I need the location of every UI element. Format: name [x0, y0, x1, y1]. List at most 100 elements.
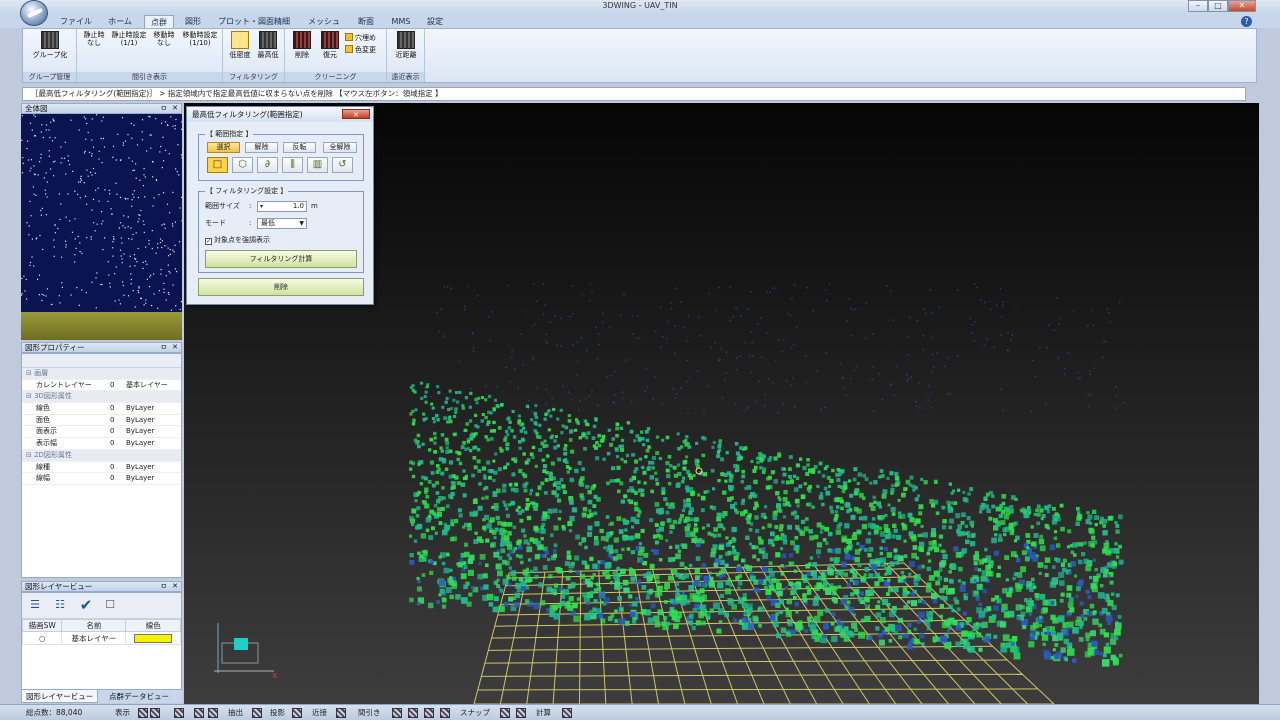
tab-home[interactable]: ホーム: [102, 15, 138, 28]
rect-select-icon[interactable]: □: [207, 157, 228, 173]
thin-still-button[interactable]: 静止時 なし: [81, 31, 107, 47]
uncheck-icon[interactable]: ☐: [102, 598, 118, 612]
view-mode-icon[interactable]: [138, 708, 148, 718]
delete-button[interactable]: 削除: [198, 278, 364, 296]
table-row[interactable]: ○ 基本レイヤー: [21, 631, 181, 645]
cloud-point: [1055, 557, 1061, 563]
thin-icon[interactable]: [424, 708, 434, 718]
thin-move-setting-button[interactable]: 移動時設定 (1/10): [179, 31, 221, 47]
check-icon[interactable]: ✔: [78, 598, 94, 613]
near-distance-button[interactable]: 近距離: [391, 31, 421, 59]
fill-hole-button[interactable]: 穴埋め: [345, 33, 376, 43]
overview-map[interactable]: [21, 114, 182, 340]
tab-layer-view[interactable]: 図形レイヤービュー: [21, 690, 99, 703]
tab-file[interactable]: ファイル: [56, 15, 96, 28]
property-value[interactable]: ByLayer: [126, 426, 154, 438]
fence-select-icon[interactable]: ⫼: [282, 157, 303, 173]
thin-move-button[interactable]: 移動時 なし: [151, 31, 177, 47]
application-menu-button[interactable]: [20, 0, 48, 26]
property-value[interactable]: ByLayer: [126, 473, 154, 485]
thin-icon[interactable]: [408, 708, 418, 718]
layer-color-cell[interactable]: [125, 631, 181, 645]
property-category[interactable]: ⊟ 2D図形属性: [22, 449, 181, 462]
property-value[interactable]: ByLayer: [126, 415, 154, 427]
property-category[interactable]: ⊟ 3D図形属性: [22, 391, 181, 404]
select-button[interactable]: 選択: [207, 142, 240, 153]
freehand-select-icon[interactable]: ∂: [257, 157, 278, 173]
cloud-point: [514, 482, 518, 487]
dialog-title-bar[interactable]: 最高低フィルタリング(範囲指定) ✕: [187, 107, 373, 122]
close-icon[interactable]: ✕: [172, 343, 178, 352]
view-mode-icon[interactable]: [194, 708, 204, 718]
overview-point: [144, 176, 146, 178]
tab-point-cloud[interactable]: 点群: [144, 15, 174, 28]
tab-plot[interactable]: プロット・図面精細: [214, 15, 294, 28]
bar-select-icon[interactable]: ▥: [307, 157, 328, 173]
close-icon[interactable]: ✕: [172, 582, 178, 591]
col-name[interactable]: 名前: [61, 619, 127, 632]
dialog-close-button[interactable]: ✕: [342, 109, 370, 119]
layer-draw-switch[interactable]: ○: [21, 631, 63, 645]
help-icon[interactable]: ?: [1241, 16, 1252, 27]
property-value[interactable]: ByLayer: [126, 438, 154, 450]
col-draw-sw[interactable]: 描画SW: [21, 619, 63, 632]
view-mode-icon[interactable]: [208, 708, 218, 718]
tab-settings[interactable]: 設定: [422, 15, 448, 28]
spin-arrow-icon[interactable]: ▾: [260, 202, 263, 211]
cloud-point: [538, 423, 542, 427]
invert-button[interactable]: 反転: [283, 142, 316, 153]
list-icon[interactable]: ☰: [27, 598, 43, 612]
minimize-button[interactable]: –: [1188, 0, 1208, 12]
cloud-point: [1118, 544, 1122, 549]
color-change-button[interactable]: 色変更: [345, 45, 376, 55]
clean-delete-button[interactable]: 削除: [289, 31, 315, 59]
tab-shape[interactable]: 図形: [180, 15, 206, 28]
snap-icon[interactable]: [500, 708, 510, 718]
highlight-checkbox[interactable]: ✓ 対象点を強調表示: [205, 236, 270, 245]
thin-still-setting-button[interactable]: 静止時設定 (1/1): [109, 31, 149, 47]
snap-icon[interactable]: [516, 708, 526, 718]
extract-icon[interactable]: [252, 708, 262, 718]
view-mode-icon[interactable]: [150, 708, 160, 718]
group-button[interactable]: グループ化: [29, 31, 71, 59]
close-button[interactable]: ✕: [1228, 0, 1256, 12]
list-detail-icon[interactable]: ☷: [52, 598, 68, 612]
tab-section[interactable]: 断面: [352, 15, 380, 28]
clear-all-button[interactable]: 全解除: [323, 142, 357, 153]
cloud-point: [828, 484, 832, 488]
tab-mesh[interactable]: メッシュ: [302, 15, 346, 28]
perspective-icon[interactable]: [336, 708, 346, 718]
pin-icon[interactable]: ㅁ: [161, 582, 167, 591]
maximize-button[interactable]: □: [1208, 0, 1228, 12]
thin-icon[interactable]: [392, 708, 402, 718]
pin-icon[interactable]: ㅁ: [161, 104, 167, 113]
view-mode-icon[interactable]: [174, 708, 184, 718]
cloud-point: [1105, 614, 1113, 622]
compute-button[interactable]: フィルタリング計算: [205, 250, 357, 268]
cloud-point: [488, 602, 493, 607]
cloud-point: [879, 546, 883, 550]
projection-icon[interactable]: [292, 708, 302, 718]
undo-icon[interactable]: ↺: [332, 157, 353, 173]
thin-icon[interactable]: [440, 708, 450, 718]
property-value[interactable]: ByLayer: [126, 403, 154, 415]
restore-button[interactable]: 復元: [317, 31, 343, 59]
col-line-color[interactable]: 線色: [125, 619, 181, 632]
cloud-point: [684, 573, 689, 579]
low-density-button[interactable]: 低密度: [227, 31, 253, 59]
property-value[interactable]: ByLayer: [126, 462, 154, 474]
tab-mms[interactable]: MMS: [386, 15, 416, 28]
release-button[interactable]: 解除: [245, 142, 278, 153]
pin-icon[interactable]: ㅁ: [161, 343, 167, 352]
close-icon[interactable]: ✕: [172, 104, 178, 113]
mode-select[interactable]: 最低 ▼: [257, 218, 307, 229]
cloud-point: [948, 525, 953, 530]
range-size-stepper[interactable]: ▾ 1.0: [257, 201, 307, 212]
polygon-select-icon[interactable]: ⬡: [232, 157, 253, 173]
tab-point-data-view[interactable]: 点群データビュー: [105, 690, 173, 703]
property-value[interactable]: 基本レイヤー: [126, 380, 168, 392]
cloud-point: [846, 600, 851, 605]
max-min-button[interactable]: 最高低: [255, 31, 281, 59]
property-category[interactable]: ⊟ 画層: [22, 368, 181, 380]
calc-icon[interactable]: [562, 708, 572, 718]
